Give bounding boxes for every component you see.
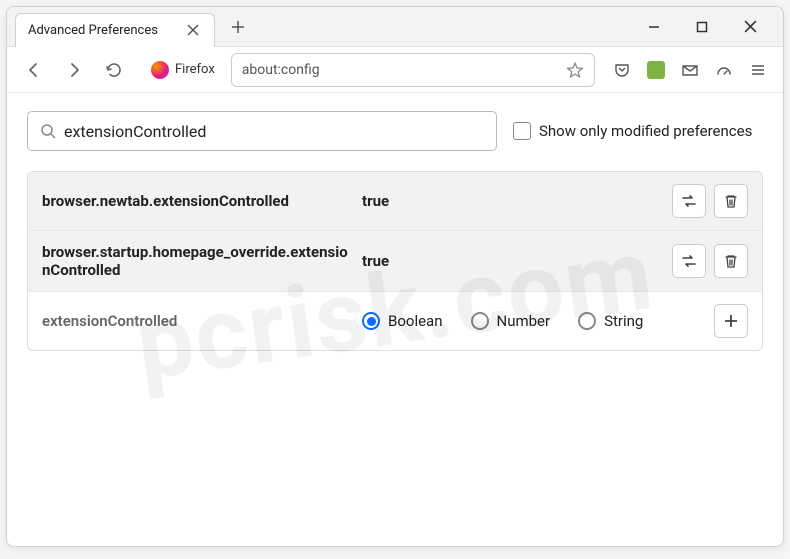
arrow-left-icon (25, 61, 43, 79)
radio-label: Number (497, 312, 551, 330)
config-search-row: Show only modified preferences (27, 111, 763, 151)
extension-button[interactable] (641, 55, 671, 85)
nav-toolbar: Firefox about:config (7, 47, 783, 93)
minimize-button[interactable] (639, 12, 669, 42)
delete-button[interactable] (714, 244, 748, 278)
reload-button[interactable] (97, 53, 131, 87)
menu-button[interactable] (743, 55, 773, 85)
plus-icon (723, 313, 739, 329)
page-content: Show only modified preferences browser.n… (7, 93, 783, 546)
bookmark-star-button[interactable] (566, 61, 584, 79)
radio-string[interactable]: String (578, 312, 643, 330)
show-modified-label: Show only modified preferences (539, 122, 752, 140)
search-icon (40, 123, 56, 139)
pocket-icon (613, 61, 631, 79)
pref-row: browser.startup.homepage_override.extens… (28, 231, 762, 292)
radio-label: Boolean (388, 312, 443, 330)
tab-title: Advanced Preferences (28, 23, 184, 38)
new-tab-button[interactable] (223, 12, 253, 42)
url-identity[interactable]: Firefox (143, 57, 223, 83)
toggle-button[interactable] (672, 184, 706, 218)
radio-label: String (604, 312, 643, 330)
titlebar: Advanced Preferences (7, 7, 783, 47)
pref-actions (672, 244, 748, 278)
identity-label: Firefox (175, 62, 215, 77)
maximize-button[interactable] (687, 12, 717, 42)
radio-boolean[interactable]: Boolean (362, 312, 443, 330)
url-text: about:config (242, 62, 566, 78)
url-bar[interactable]: about:config (231, 53, 595, 87)
close-icon (744, 20, 757, 33)
radio-circle (362, 312, 380, 330)
radio-circle (471, 312, 489, 330)
url-cluster: Firefox about:config (143, 53, 595, 87)
mail-icon (681, 61, 699, 79)
toggle-icon (680, 192, 698, 210)
delete-button[interactable] (714, 184, 748, 218)
window-close-button[interactable] (735, 12, 765, 42)
show-modified-checkbox[interactable]: Show only modified preferences (513, 122, 752, 140)
back-button[interactable] (17, 53, 51, 87)
trash-icon (723, 253, 739, 269)
pref-actions (714, 304, 748, 338)
hamburger-icon (749, 61, 767, 79)
pref-name: browser.startup.homepage_override.extens… (42, 243, 362, 279)
pref-name: browser.newtab.extensionControlled (42, 192, 362, 210)
firefox-logo-icon (151, 61, 169, 79)
pref-value: true (362, 252, 672, 270)
add-pref-button[interactable] (714, 304, 748, 338)
pref-row: browser.newtab.extensionControlled true (28, 172, 762, 231)
close-icon (187, 24, 199, 36)
reload-icon (105, 61, 123, 79)
plus-icon (231, 20, 245, 34)
toggle-button[interactable] (672, 244, 706, 278)
arrow-right-icon (65, 61, 83, 79)
gauge-icon (715, 61, 733, 79)
trash-icon (723, 193, 739, 209)
maximize-icon (696, 21, 708, 33)
radio-number[interactable]: Number (471, 312, 551, 330)
radio-circle (578, 312, 596, 330)
pref-actions (672, 184, 748, 218)
checkbox-box (513, 122, 531, 140)
pref-list: browser.newtab.extensionControlled true … (27, 171, 763, 351)
toggle-icon (680, 252, 698, 270)
config-search-wrapper (27, 111, 497, 151)
window-controls (639, 12, 775, 42)
dashboard-button[interactable] (709, 55, 739, 85)
pocket-button[interactable] (607, 55, 637, 85)
new-pref-row: extensionControlled Boolean Number Strin… (28, 292, 762, 350)
extension-icon (647, 61, 665, 79)
type-radio-group: Boolean Number String (362, 312, 714, 330)
new-pref-name: extensionControlled (42, 312, 362, 330)
pref-value: true (362, 192, 672, 210)
mail-button[interactable] (675, 55, 705, 85)
config-search-input[interactable] (64, 122, 484, 141)
close-tab-button[interactable] (184, 21, 202, 39)
browser-window: Advanced Preferences (6, 6, 784, 547)
toolbar-right-icons (607, 55, 773, 85)
tab-active[interactable]: Advanced Preferences (15, 13, 215, 47)
minimize-icon (648, 21, 660, 33)
forward-button[interactable] (57, 53, 91, 87)
star-icon (566, 61, 584, 79)
